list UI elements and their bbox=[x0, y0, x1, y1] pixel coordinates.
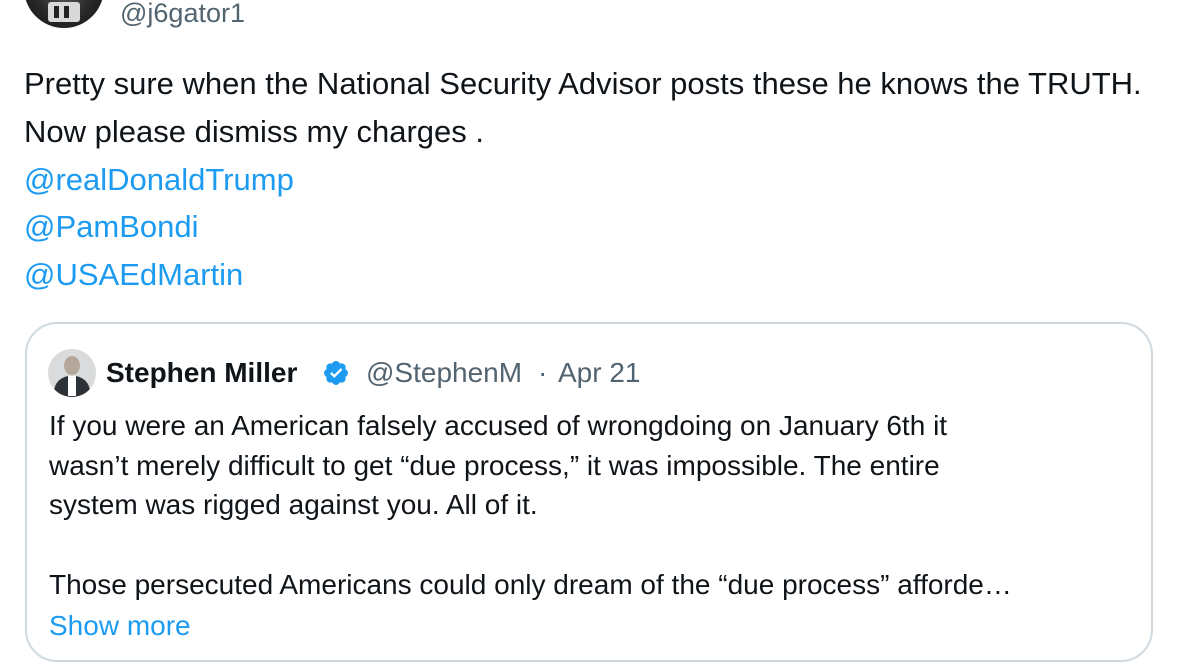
author-avatar[interactable] bbox=[24, 0, 104, 28]
quoted-post-text-line: wasn’t merely difficult to get “due proc… bbox=[49, 450, 940, 481]
verified-badge-icon bbox=[324, 361, 348, 385]
quoted-author-handle[interactable]: @StephenM bbox=[366, 355, 522, 391]
mention-link-usaedmartin[interactable]: @USAEdMartin bbox=[24, 255, 243, 295]
avatar-skull-eye-right bbox=[64, 6, 69, 18]
avatar-head bbox=[64, 356, 80, 375]
mention-link-pambondi[interactable]: @PamBondi bbox=[24, 207, 199, 247]
quoted-post-text-line: system was rigged against you. All of it… bbox=[49, 489, 538, 520]
author-handle[interactable]: @j6gator1 bbox=[120, 0, 245, 29]
quoted-author-avatar[interactable] bbox=[48, 349, 96, 397]
quoted-post-text-line: If you were an American falsely accused … bbox=[49, 410, 948, 441]
avatar-skull-eye-left bbox=[54, 6, 59, 18]
quoted-post-text-line: Those persecuted Americans could only dr… bbox=[49, 569, 1012, 600]
quoted-author-name[interactable]: Stephen Miller bbox=[106, 355, 297, 391]
show-more-link[interactable]: Show more bbox=[49, 606, 191, 646]
mention-link-realdonaldtrump[interactable]: @realDonaldTrump bbox=[24, 160, 294, 200]
post-text: Pretty sure when the National Security A… bbox=[24, 66, 1142, 149]
avatar-shirt bbox=[68, 376, 76, 396]
meta-separator: · bbox=[538, 357, 548, 388]
quoted-post-date[interactable]: Apr 21 bbox=[558, 355, 641, 391]
